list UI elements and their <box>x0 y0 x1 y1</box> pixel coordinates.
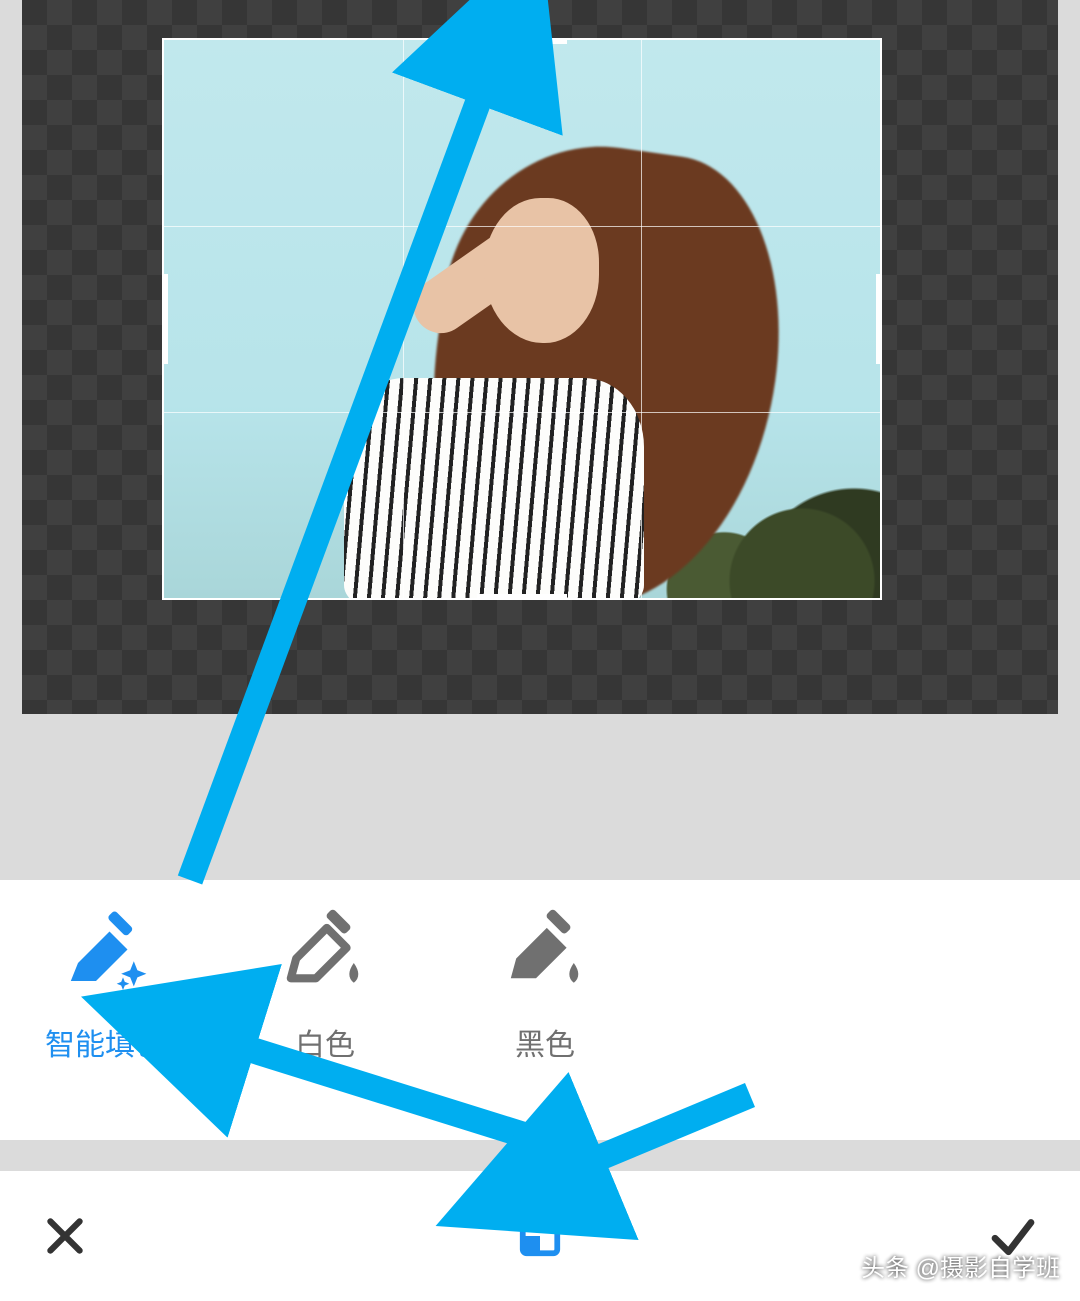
expand-canvas-button[interactable] <box>517 1213 563 1259</box>
fill-option-white[interactable]: 白色 <box>250 900 400 1064</box>
fill-option-label: 智能填色 <box>45 1020 165 1064</box>
grid-line <box>164 226 880 227</box>
editor-canvas[interactable] <box>22 0 1058 714</box>
fill-options-row: 智能填色 白色 黑色 <box>0 880 1080 1140</box>
fill-option-label: 黑色 <box>515 1020 575 1064</box>
cancel-button[interactable] <box>40 1211 90 1261</box>
grid-line <box>164 412 880 413</box>
paint-drop-icon <box>280 900 370 990</box>
close-icon <box>40 1211 90 1261</box>
fill-option-label: 白色 <box>295 1020 355 1064</box>
paint-sparkle-icon <box>60 900 150 990</box>
crop-expand-icon <box>517 1213 563 1259</box>
fill-option-black[interactable]: 黑色 <box>470 900 620 1064</box>
crop-handle-left[interactable] <box>162 274 168 364</box>
grid-line <box>403 40 404 598</box>
fill-option-smart[interactable]: 智能填色 <box>30 900 180 1064</box>
paint-drop-icon <box>500 900 590 990</box>
grid-line <box>641 40 642 598</box>
photo-subject <box>314 78 724 598</box>
crop-handle-bottom[interactable] <box>477 594 567 600</box>
crop-handle-right[interactable] <box>876 274 882 364</box>
crop-handle-top[interactable] <box>477 38 567 44</box>
watermark-text: 头条 @摄影自学班 <box>861 1248 1060 1283</box>
crop-frame[interactable] <box>162 38 882 600</box>
